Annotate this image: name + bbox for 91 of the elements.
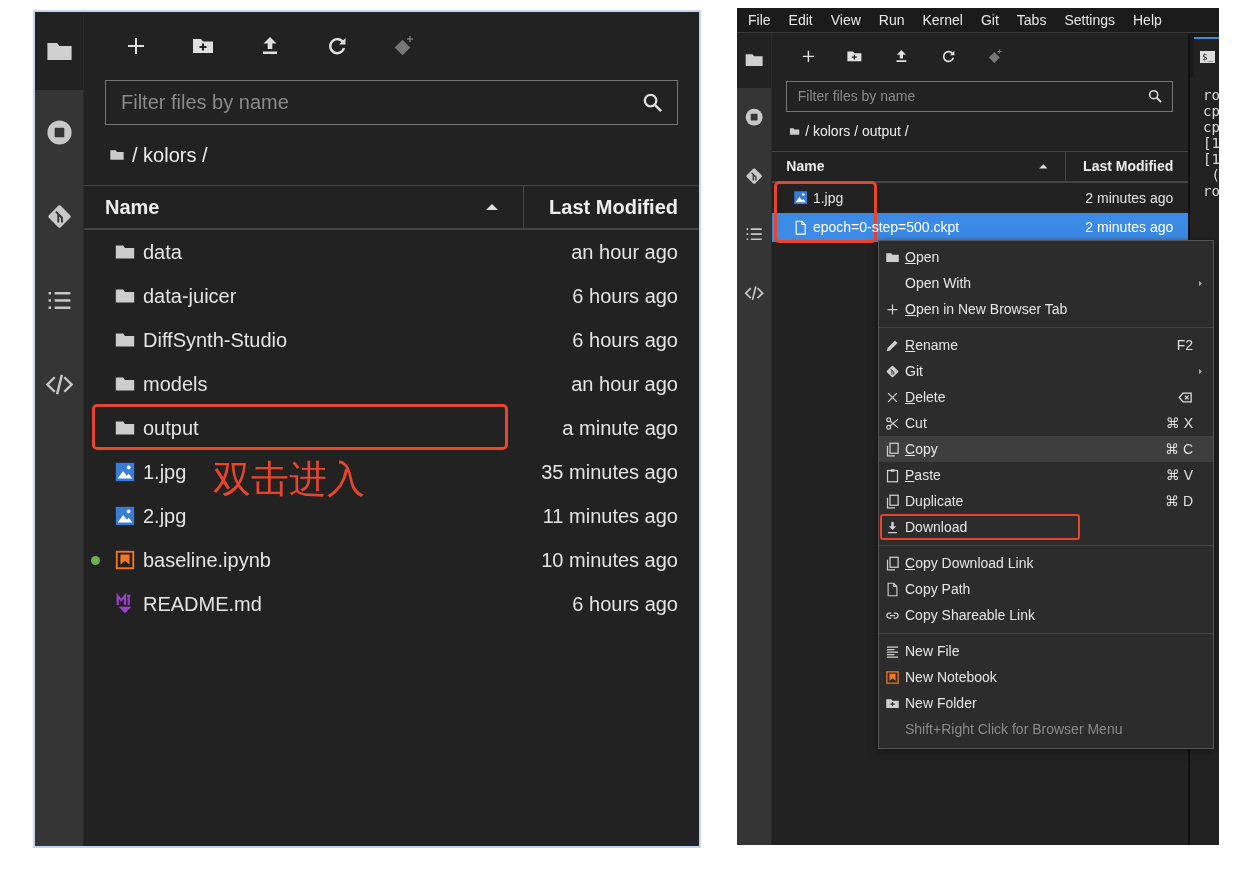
file-icon	[885, 581, 900, 597]
modified-time: 6 hours ago	[572, 284, 679, 308]
shortcut-label: F2	[1176, 337, 1194, 353]
terminal-text: cp	[1203, 103, 1219, 119]
menu-item[interactable]: View	[821, 12, 870, 28]
menu-item[interactable]: Tabs	[1007, 12, 1056, 28]
terminal-tab[interactable]: $_	[1194, 37, 1219, 77]
menu-item[interactable]: New Notebook	[879, 664, 1213, 690]
backspace-icon	[1178, 389, 1193, 405]
menu-item[interactable]: Copy Download Link	[879, 550, 1213, 576]
file-name: README.md	[143, 592, 262, 616]
image-file-icon	[114, 461, 136, 483]
menu-item[interactable]: Git	[971, 12, 1008, 28]
modified-time: 2 minutes ago	[1085, 189, 1175, 206]
column-header[interactable]: Last Modified	[523, 186, 699, 228]
image-file-icon	[792, 190, 808, 206]
filter-field[interactable]: Filter files by name	[786, 80, 1174, 113]
terminal-text: ro	[1203, 87, 1219, 103]
menu-item[interactable]: Delete	[879, 384, 1213, 410]
modified-time: 35 minutes ago	[541, 460, 679, 484]
terminal-text: (	[1210, 167, 1219, 183]
modified-time: 11 minutes ago	[542, 504, 679, 528]
menu-item[interactable]: File	[739, 12, 780, 28]
file-name: DiffSynth-Studio	[143, 328, 288, 352]
terminal-text: cp	[1203, 119, 1219, 135]
shortcut-label: ⌘ C	[1165, 441, 1194, 457]
shortcut-label: ⌘ V	[1165, 467, 1194, 483]
menu-hint: Shift+Right Click for Browser Menu	[904, 720, 1124, 739]
modified-time: 6 hours ago	[572, 328, 679, 352]
menu-item[interactable]: New Folder	[879, 690, 1213, 716]
menu-item[interactable]: Cut ⌘ X	[879, 410, 1213, 436]
file-name: output	[143, 416, 199, 440]
copy-icon	[885, 493, 900, 509]
file-name: baseline.ipynb	[143, 548, 271, 572]
column-header[interactable]: Name	[84, 186, 523, 228]
modified-time: 2 minutes ago	[1085, 219, 1175, 236]
menu-item[interactable]: Run	[869, 12, 914, 28]
folder-icon[interactable]	[109, 147, 125, 163]
breadcrumb[interactable]: / kolors / output /	[805, 123, 909, 140]
file-name: 2.jpg	[143, 504, 187, 528]
menu-item[interactable]: Duplicate ⌘ D	[879, 488, 1213, 514]
modified-time: an hour ago	[571, 372, 679, 396]
menu-item[interactable]: New File	[879, 638, 1213, 664]
menu-item[interactable]: Download	[879, 514, 1213, 540]
stop-circle-icon[interactable]	[44, 117, 74, 147]
menu-item[interactable]: Open in New Browser Tab	[879, 296, 1213, 322]
filter-field[interactable]: Filter files by name	[105, 80, 678, 125]
menu-item[interactable]: Open	[879, 244, 1213, 270]
file-name: data-juicer	[143, 284, 237, 308]
file-name: data	[143, 240, 182, 264]
menu-item[interactable]: Rename F2	[879, 332, 1213, 358]
terminal-text: ro	[1203, 183, 1219, 199]
download-icon	[885, 519, 900, 535]
terminal-icon: $_	[1200, 51, 1215, 63]
menu-item[interactable]: Settings	[1055, 12, 1124, 28]
modified-time: 10 minutes ago	[541, 548, 679, 572]
notebook-icon	[885, 669, 900, 685]
clipboard-icon	[885, 467, 900, 483]
git-clone-icon[interactable]	[987, 48, 1004, 66]
terminal-text: [1	[1203, 151, 1219, 167]
search-icon	[641, 91, 664, 114]
menu-item[interactable]: Copy Path	[879, 576, 1213, 602]
search-icon	[1147, 88, 1164, 105]
menu-item[interactable]: Git	[879, 358, 1213, 384]
modified-time: a minute ago	[562, 416, 679, 440]
annotation-text: 双击进入	[213, 456, 365, 503]
modified-time: an hour ago	[571, 240, 679, 264]
git-clone-icon[interactable]	[392, 34, 416, 58]
menu-item[interactable]: Kernel	[913, 12, 972, 28]
terminal-text: [1	[1203, 135, 1219, 151]
folder-icon[interactable]	[789, 125, 801, 137]
menu-item[interactable]: Paste ⌘ V	[879, 462, 1213, 488]
menu-item[interactable]: Edit	[779, 12, 822, 28]
menu-item[interactable]: Open With	[879, 270, 1213, 296]
copy-icon	[885, 555, 900, 571]
file-name: 1.jpg	[143, 460, 187, 484]
menu-item[interactable]: Copy Shareable Link	[879, 602, 1213, 628]
stop-circle-icon[interactable]	[743, 106, 764, 128]
menu-item[interactable]: Copy ⌘ C	[879, 436, 1213, 462]
shortcut-label: ⌘ X	[1165, 415, 1194, 431]
breadcrumb[interactable]: / kolors /	[132, 143, 208, 167]
shortcut-label: ⌘ D	[1165, 493, 1194, 509]
image-file-icon	[114, 505, 136, 527]
scissors-icon	[885, 415, 900, 431]
notebook-icon	[114, 549, 136, 571]
file-name: 1.jpg	[812, 189, 844, 206]
column-header[interactable]: Name	[771, 151, 1065, 181]
copy-icon	[885, 441, 900, 457]
file-name: models	[143, 372, 208, 396]
menu-item[interactable]: Help	[1124, 12, 1171, 28]
modified-time: 6 hours ago	[572, 592, 679, 616]
